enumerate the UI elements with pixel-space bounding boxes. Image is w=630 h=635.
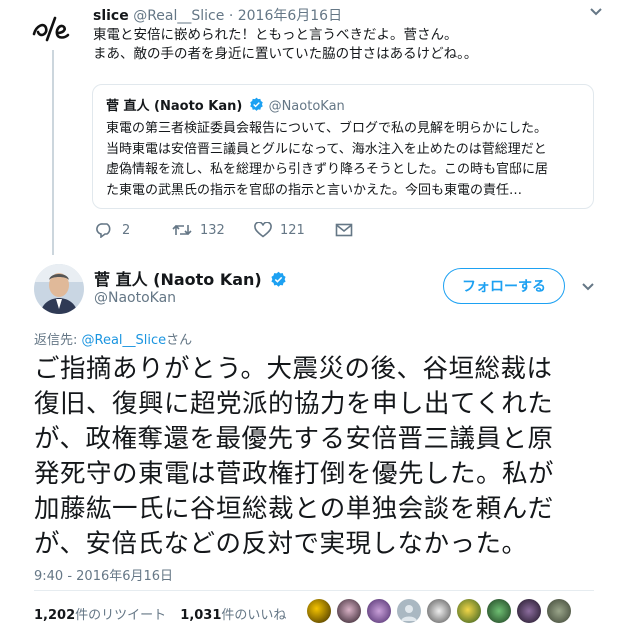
quoted-tweet-header: 菅 直人 (Naoto Kan) @NaotoKan (106, 95, 345, 114)
reply-to-suffix: さん (166, 333, 193, 348)
like-count: 121 (280, 222, 305, 238)
quoted-handle: @NaotoKan (268, 99, 345, 114)
quoted-display-name: 菅 直人 (Naoto Kan) (106, 99, 243, 114)
main-tweet-avatar[interactable] (34, 264, 84, 314)
reply-tweet-avatar[interactable] (30, 12, 74, 48)
retweet-stat-label: 件のリツイート (75, 608, 167, 623)
reply-display-name[interactable]: slice (93, 8, 129, 24)
reply-action-dm[interactable] (335, 222, 361, 238)
main-text-line-5: 加藤紘一氏に谷垣総裁との単独会談を頼んだ (34, 494, 554, 524)
verified-badge-icon (249, 97, 264, 112)
retweet-icon (172, 224, 192, 236)
retweet-count: 132 (200, 222, 225, 238)
liker-avatar[interactable] (337, 599, 361, 623)
reply-tweet-text: 東電と安倍に嵌められた！ともっと言うべきだよ。菅さん。 まあ、敵の手の者を身近に… (93, 26, 477, 64)
stats-divider-top (34, 590, 594, 591)
quoted-text-line-4: た東電の武黒氏の指示を官邸の指示と言いかえた。今回も東電の責任… (106, 182, 523, 198)
verified-badge-icon (270, 271, 287, 288)
reply-tweet-menu-caret[interactable] (590, 8, 602, 16)
liker-avatar[interactable] (427, 599, 451, 623)
liker-avatar[interactable] (307, 599, 331, 623)
like-stat-count: 1,031 (180, 608, 222, 623)
quoted-text-line-1: 東電の第三者検証委員会報告について、ブログで私の見解を明らかにした。 (106, 121, 547, 136)
main-tweet-text: ご指摘ありがとう。大震災の後、谷垣総裁は 復旧、復興に超党派的協力を申し出てくれ… (34, 352, 594, 562)
reply-handle[interactable]: @Real__Slice (133, 8, 224, 24)
main-tweet-menu-caret[interactable] (582, 283, 594, 291)
liker-avatar[interactable] (517, 599, 541, 623)
follow-button[interactable]: フォローする (443, 268, 565, 304)
like-stat[interactable]: 1,031件のいいね (180, 608, 286, 623)
reply-text-line-1: 東電と安倍に嵌められた！ともっと言うべきだよ。菅さん。 (93, 27, 458, 43)
main-tweet-author[interactable]: 菅 直人 (Naoto Kan) (94, 266, 287, 290)
liker-avatar[interactable] (487, 599, 511, 623)
reply-separator: · (228, 8, 234, 24)
reply-to-prefix: 返信先: (34, 333, 82, 348)
main-text-line-4: 発死守の東電は菅政権打倒を優先した。私が (34, 459, 555, 489)
quoted-text-line-3: 虚偽情報を流し、私を総理から引きずり降ろそうとした。この時も官邸に居 (106, 162, 549, 177)
main-text-line-1: ご指摘ありがとう。大震災の後、谷垣総裁は (34, 354, 553, 384)
retweet-stat-count: 1,202 (34, 608, 76, 623)
chevron-down-icon (590, 8, 602, 16)
reply-action-like[interactable]: 121 (254, 222, 305, 238)
reply-to-context: 返信先: @Real__Sliceさん (34, 329, 192, 348)
liker-avatar[interactable] (547, 599, 571, 623)
reply-tweet-header: slice @Real__Slice · 2016年6月16日 (93, 5, 342, 25)
slice-logo-icon (32, 16, 70, 42)
reply-action-retweet[interactable]: 132 (172, 222, 225, 238)
heart-icon (254, 222, 272, 238)
quoted-tweet-text: 東電の第三者検証委員会報告について、ブログで私の見解を明らかにした。 当時東電は… (106, 119, 548, 201)
retweet-stat[interactable]: 1,202件のリツイート (34, 608, 166, 623)
envelope-icon (335, 223, 353, 237)
quoted-text-line-2: 当時東電は安倍晋三議員とグルになって、海水注入を止めたのは菅総理だと (106, 141, 547, 157)
reply-icon (96, 223, 111, 238)
chevron-down-icon (582, 283, 594, 291)
main-handle[interactable]: @NaotoKan (94, 290, 176, 306)
main-text-line-6: が、安倍氏などの反対で実現しなかった。 (34, 529, 528, 559)
reply-date[interactable]: 2016年6月16日 (238, 8, 342, 24)
liker-avatar[interactable] (457, 599, 481, 623)
thread-connector-line (52, 50, 54, 255)
main-text-line-2: 復旧、復興に超党派的協力を申し出てくれた (34, 389, 554, 419)
main-tweet-stats: 1,202件のリツイート 1,031件のいいね (34, 604, 286, 623)
reply-to-handle-link[interactable]: @Real__Slice (82, 333, 167, 348)
liker-avatar[interactable] (397, 599, 421, 623)
reply-count: 2 (122, 222, 131, 238)
reply-text-line-2: まあ、敵の手の者を身近に置いていた脇の甘さはあるけどね。。 (93, 46, 478, 62)
liker-avatar[interactable] (367, 599, 391, 623)
main-tweet-timestamp[interactable]: 9:40 - 2016年6月16日 (34, 565, 173, 584)
main-text-line-3: が、政権奪還を最優先する安倍晋三議員と原 (34, 424, 554, 454)
avatar-image (34, 264, 84, 314)
like-stat-label: 件のいいね (221, 608, 287, 623)
quoted-tweet-card[interactable]: 菅 直人 (Naoto Kan) @NaotoKan 東電の第三者検証委員会報告… (92, 84, 594, 209)
main-display-name[interactable]: 菅 直人 (Naoto Kan) (94, 270, 262, 289)
reply-action-reply[interactable]: 2 (96, 222, 130, 238)
default-profile-icon (401, 605, 417, 621)
